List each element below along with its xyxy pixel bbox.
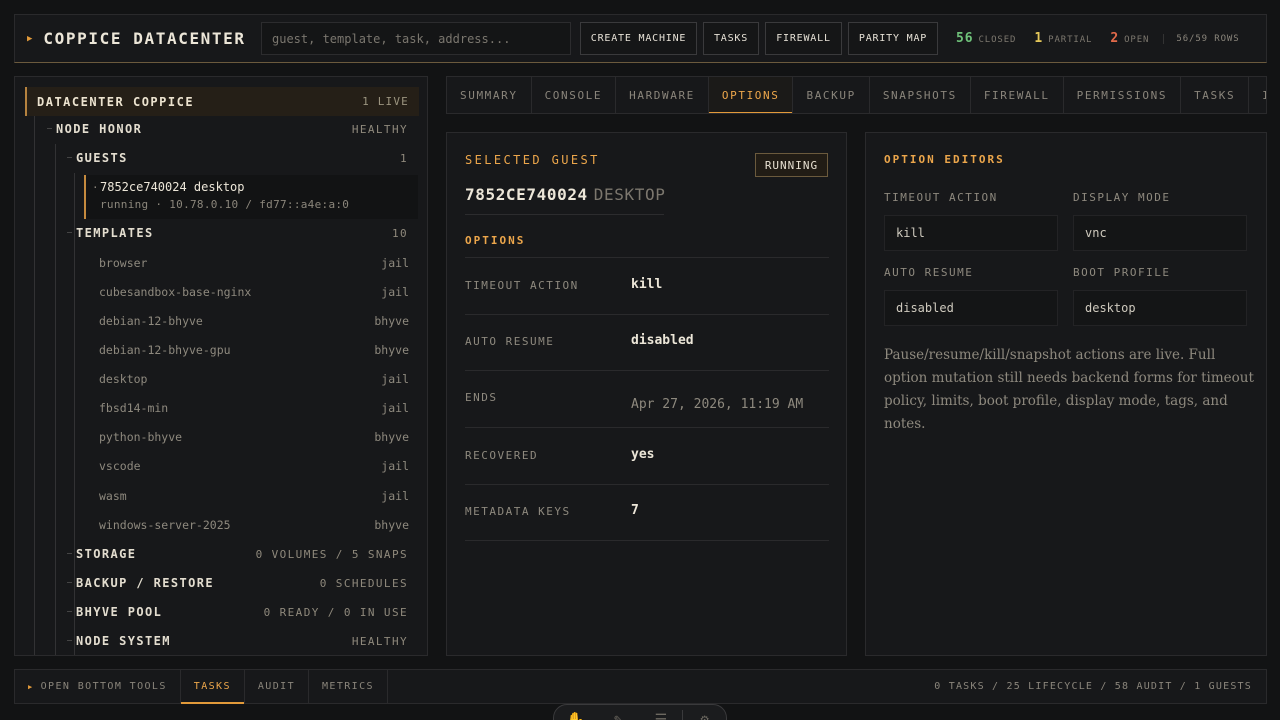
tree-datacenter[interactable]: DATACENTER COPPICE 1 LIVE [25, 87, 419, 116]
template-item[interactable]: vscode jail [99, 456, 409, 476]
section-label: OPTIONS [465, 234, 526, 247]
guest-status: running · 10.78.0.10 / fd77::a4e:a:0 [100, 198, 350, 211]
option-row: AUTO RESUME disabled [465, 314, 829, 371]
guest-tabs: SUMMARY CONSOLE HARDWARE OPTIONS BACKUP … [446, 76, 1267, 114]
stat-closed: 56 CLOSED [956, 31, 1017, 46]
app-title: COPPICE DATACENTER [43, 29, 246, 48]
caret-right-icon[interactable]: ▶ [27, 34, 32, 44]
template-item[interactable]: debian-12-bhyve-gpu bhyve [99, 340, 409, 360]
tree-node[interactable]: NODE HONOR HEALTHY [47, 119, 408, 139]
bottom-summary: 0 TASKS / 25 LIFECYCLE / 58 AUDIT / 1 GU… [934, 681, 1252, 692]
tab-console[interactable]: CONSOLE [532, 77, 617, 113]
search-input[interactable] [261, 22, 571, 55]
auto-resume-field[interactable]: disabled [884, 290, 1058, 326]
menu-icon[interactable]: ☰ [640, 712, 683, 720]
tree-guide-line [34, 116, 35, 655]
guest-id: 7852CE740024 DESKTOP [465, 185, 666, 204]
template-item[interactable]: cubesandbox-base-nginx jail [99, 282, 409, 302]
tree-backup[interactable]: BACKUP / RESTORE 0 SCHEDULES [67, 573, 408, 593]
tab-summary[interactable]: SUMMARY [447, 77, 532, 113]
row-count: 56/59 ROWS [1163, 33, 1239, 44]
template-item[interactable]: debian-12-bhyve bhyve [99, 311, 409, 331]
template-item[interactable]: fbsd14-min jail [99, 398, 409, 418]
template-item[interactable]: python-bhyve bhyve [99, 427, 409, 447]
tab-backup[interactable]: BACKUP [793, 77, 870, 113]
tree-node-system[interactable]: NODE SYSTEM HEALTHY [67, 631, 408, 651]
tab-overflow[interactable]: I [1249, 77, 1266, 113]
resource-tree: DATACENTER COPPICE 1 LIVE NODE HONOR HEA… [14, 76, 428, 656]
option-editors-panel: OPTION EDITORS TIMEOUT ACTION kill DISPL… [865, 132, 1267, 656]
status-badge: RUNNING [755, 153, 828, 177]
timeout-action-field[interactable]: kill [884, 215, 1058, 251]
boot-profile-label: BOOT PROFILE [1073, 266, 1171, 279]
bullet-icon: · [92, 181, 99, 194]
brand: ▶ COPPICE DATACENTER [15, 29, 260, 48]
tab-tasks[interactable]: TASKS [1181, 77, 1250, 113]
bottom-tab-tasks[interactable]: TASKS [180, 670, 245, 704]
stat-partial: 1 PARTIAL [1034, 31, 1093, 46]
panel-heading: SELECTED GUEST [465, 153, 600, 167]
template-item[interactable]: wasm jail [99, 486, 409, 506]
guest-name: 7852ce740024 desktop [100, 180, 245, 194]
display-mode-field[interactable]: vnc [1073, 215, 1247, 251]
template-item[interactable]: desktop jail [99, 369, 409, 389]
bottom-tab-audit[interactable]: AUDIT [245, 670, 309, 703]
display-mode-label: DISPLAY MODE [1073, 191, 1171, 204]
boot-profile-field[interactable]: desktop [1073, 290, 1247, 326]
option-row: METADATA KEYS 7 [465, 484, 829, 541]
tab-options[interactable]: OPTIONS [708, 77, 794, 113]
auto-resume-label: AUTO RESUME [884, 266, 974, 279]
option-row: ENDS Apr 27, 2026, 11:19 AM [465, 370, 829, 428]
stat-open: 2 OPEN [1110, 31, 1150, 46]
template-item[interactable]: windows-server-2025 bhyve [99, 515, 409, 535]
tree-guide-line [74, 173, 75, 655]
tab-hardware[interactable]: HARDWARE [616, 77, 709, 113]
tree-templates[interactable]: TEMPLATES 10 [67, 223, 408, 243]
panel-heading: OPTION EDITORS [884, 153, 1005, 166]
option-row: RECOVERED yes [465, 428, 829, 485]
tree-guide-line [55, 144, 56, 655]
bottom-tab-metrics[interactable]: METRICS [309, 670, 388, 703]
selected-guest-panel: SELECTED GUEST RUNNING 7852CE740024 DESKT… [446, 132, 847, 656]
option-row: TIMEOUT ACTION kill [465, 258, 829, 315]
tab-snapshots[interactable]: SNAPSHOTS [870, 77, 971, 113]
firewall-button[interactable]: FIREWALL [765, 22, 842, 55]
timeout-action-label: TIMEOUT ACTION [884, 191, 998, 204]
divider [465, 214, 664, 215]
create-machine-button[interactable]: CREATE MACHINE [580, 22, 697, 55]
tab-permissions[interactable]: PERMISSIONS [1064, 77, 1182, 113]
finger-icon[interactable]: ✋ [554, 712, 597, 720]
tool-icon[interactable]: ✎ [597, 712, 640, 720]
editor-note: Pause/resume/kill/snapshot actions are l… [884, 347, 1254, 432]
bottom-bar: ▶ OPEN BOTTOM TOOLS TASKS AUDIT METRICS … [14, 669, 1267, 704]
open-bottom-tools-button[interactable]: ▶ OPEN BOTTOM TOOLS [15, 670, 181, 703]
tree-guest-item[interactable]: · 7852ce740024 desktop running · 10.78.0… [84, 175, 418, 219]
template-item[interactable]: browser jail [99, 253, 409, 273]
tree-guests[interactable]: GUESTS 1 [67, 148, 408, 168]
tab-firewall[interactable]: FIREWALL [971, 77, 1064, 113]
tree-bhyve-pool[interactable]: BHYVE POOL 0 READY / 0 IN USE [67, 602, 408, 622]
stats-bar: 56 CLOSED 1 PARTIAL 2 OPEN 56/59 ROWS [956, 15, 1240, 62]
gear-icon[interactable]: ⚙ [683, 712, 726, 720]
parity-map-button[interactable]: PARITY MAP [848, 22, 938, 55]
dock: ✋ ✎ ☰ ⚙ [553, 704, 727, 720]
tree-storage[interactable]: STORAGE 0 VOLUMES / 5 SNAPS [67, 544, 408, 564]
caret-right-icon: ▶ [28, 682, 34, 691]
tasks-button[interactable]: TASKS [703, 22, 759, 55]
top-bar: ▶ COPPICE DATACENTER CREATE MACHINE TASK… [14, 14, 1267, 63]
